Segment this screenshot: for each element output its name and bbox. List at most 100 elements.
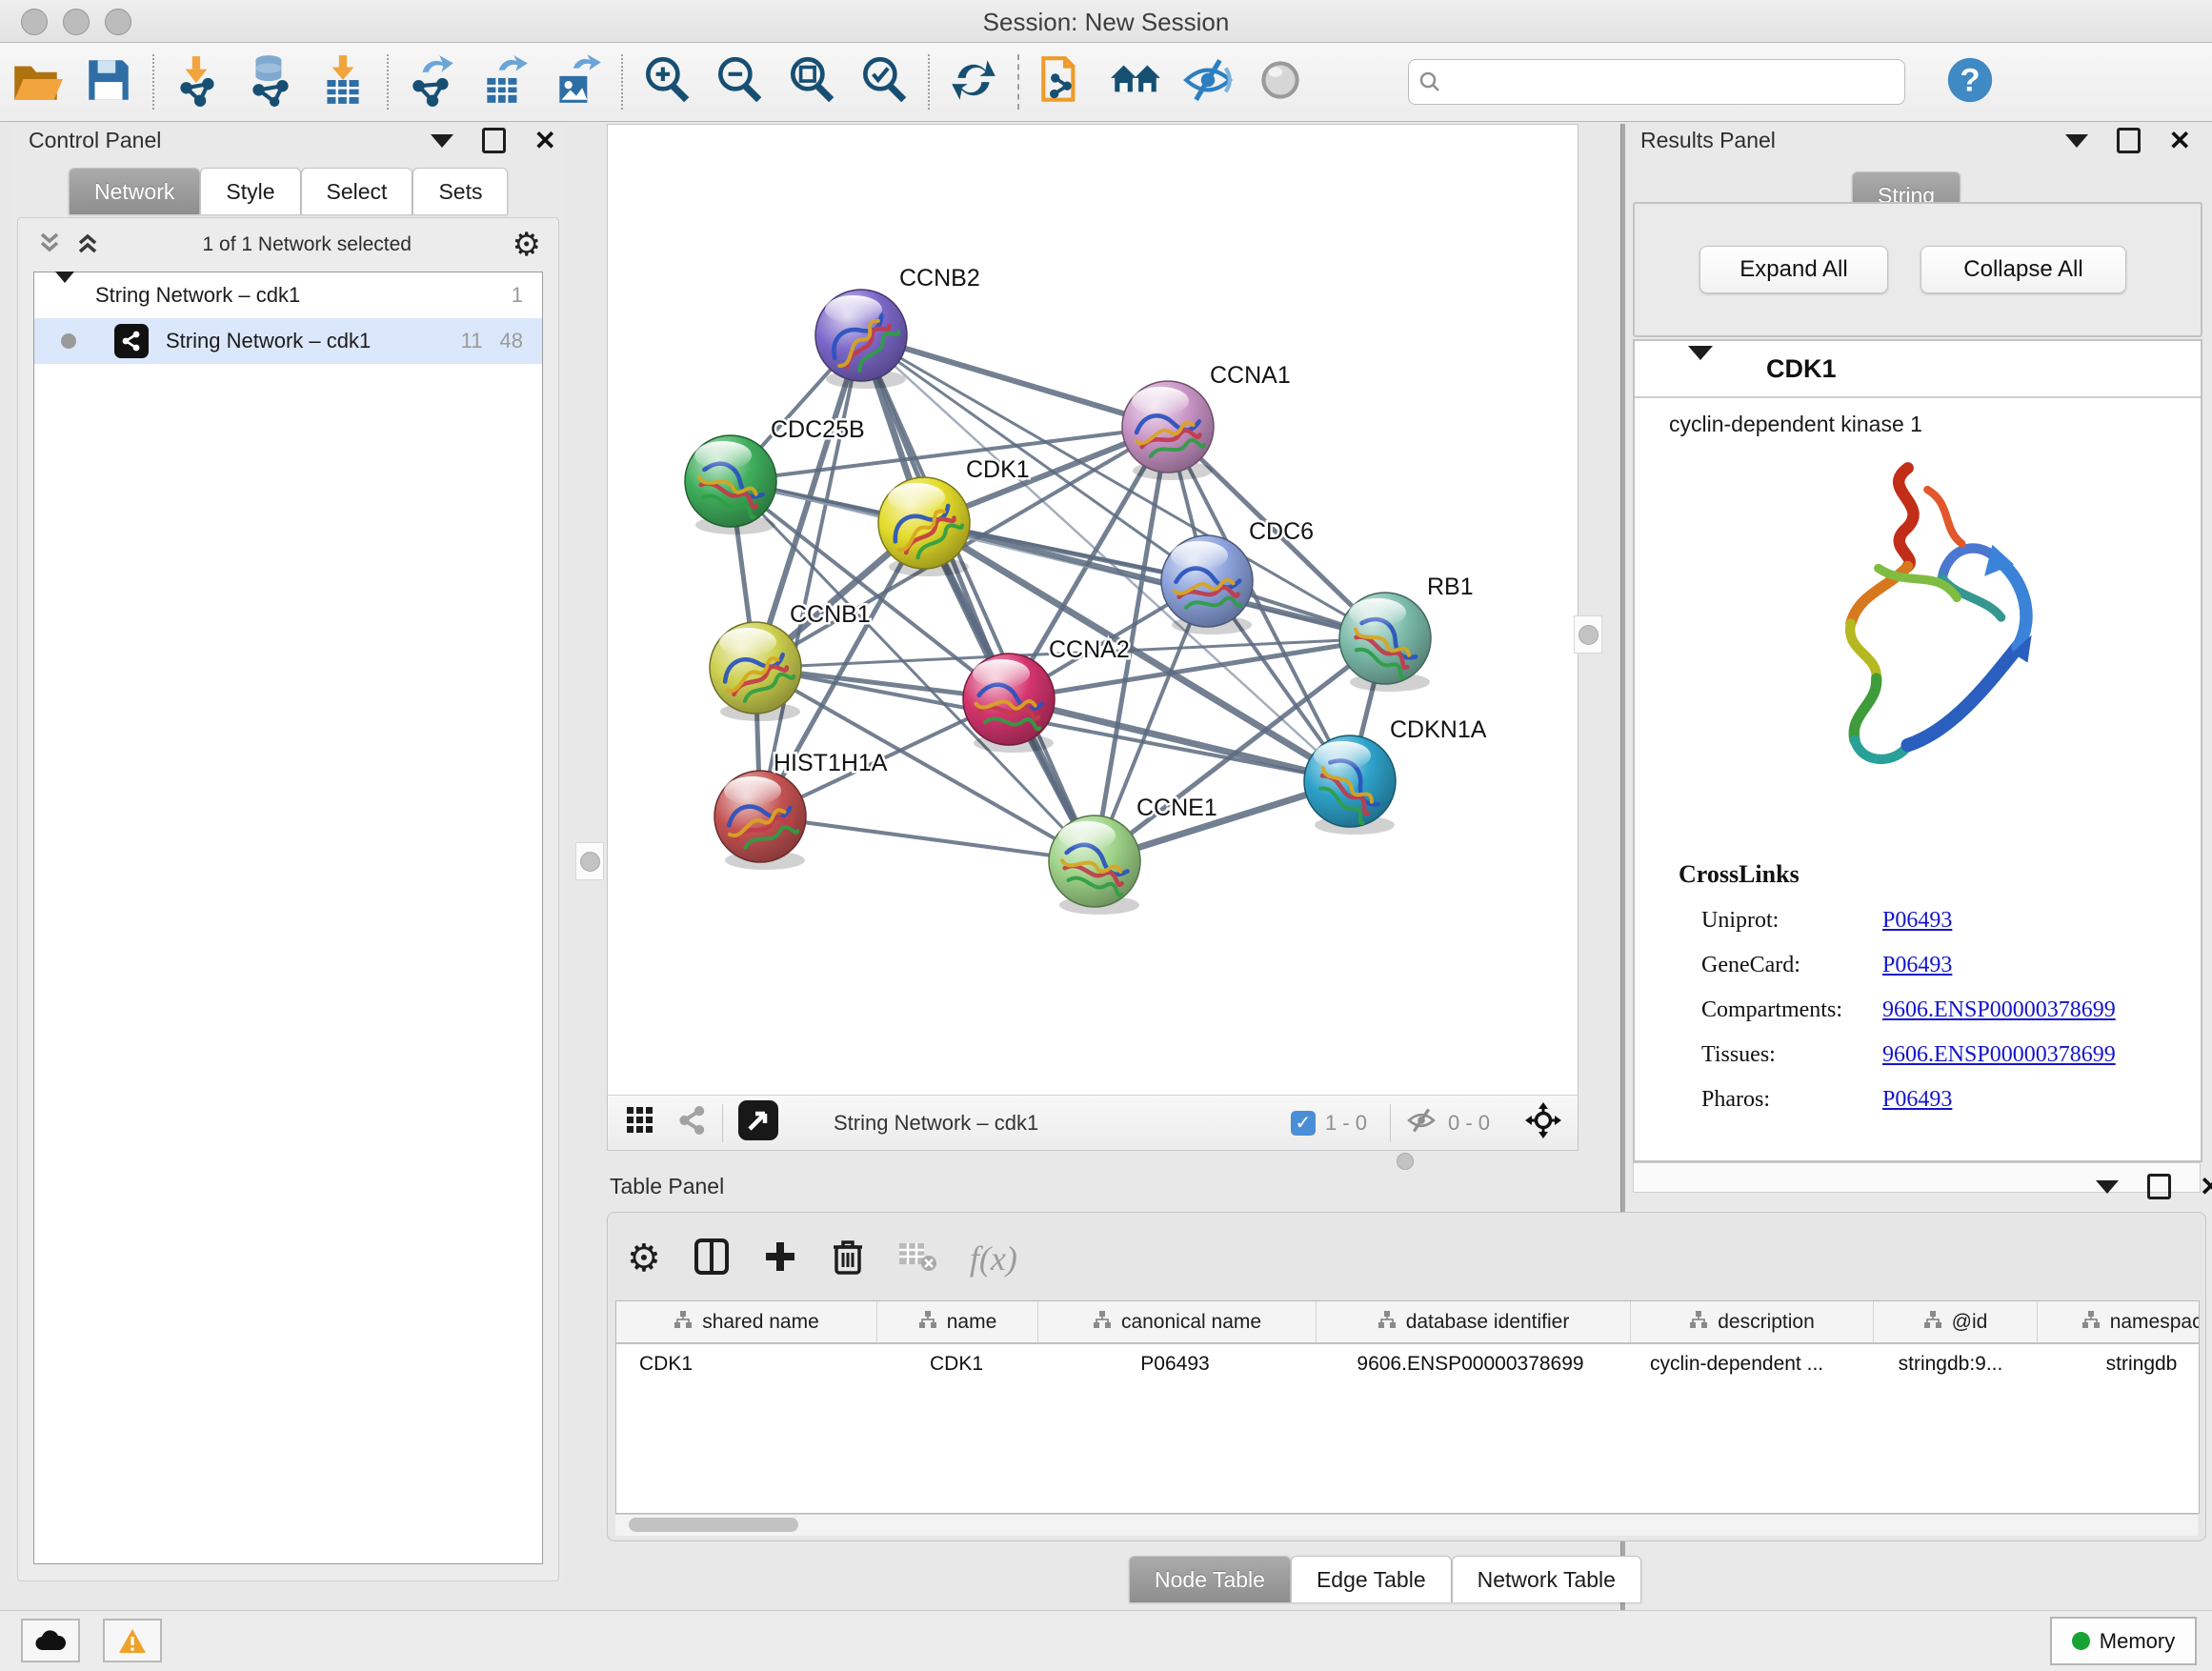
column-header-name[interactable]: name	[877, 1301, 1038, 1342]
edge-HIST1H1A-CCNE1[interactable]	[760, 816, 1095, 861]
zoom-selected-button[interactable]	[848, 49, 920, 115]
zoom-fit-button[interactable]	[775, 49, 848, 115]
tab-select[interactable]: Select	[301, 168, 413, 214]
result-header-row[interactable]: CDK1	[1635, 341, 2201, 398]
node-CDK1[interactable]: CDK1	[878, 456, 1030, 576]
hide-selected-button[interactable]	[1172, 49, 1244, 115]
right-splitter-handle[interactable]	[1574, 615, 1602, 654]
node-table: shared namenamecanonical namedatabase id…	[615, 1300, 2200, 1514]
delete-table-icon[interactable]	[897, 1239, 937, 1278]
open-folder-icon	[9, 52, 64, 112]
gear-icon[interactable]: ⚙	[627, 1237, 661, 1280]
edge-CCNB2-HIST1H1A[interactable]	[760, 335, 861, 816]
home-pair-button[interactable]	[1099, 49, 1172, 115]
gray-sphere-icon	[1253, 52, 1308, 112]
zoom-out-button[interactable]	[703, 49, 775, 115]
collapse-all-icon[interactable]	[35, 229, 64, 262]
export-image-button[interactable]	[541, 49, 613, 115]
expand-all-button[interactable]: Expand All	[1699, 246, 1888, 293]
crosslink-link[interactable]: 9606.ENSP00000378699	[1882, 997, 2116, 1022]
crosslink-link[interactable]: P06493	[1882, 908, 1952, 933]
warning-button[interactable]	[103, 1619, 162, 1662]
main-toolbar: ?	[0, 43, 2212, 122]
expand-all-icon[interactable]	[73, 229, 102, 262]
hidden-eye-icon[interactable]	[1404, 1103, 1438, 1142]
tab-edge-table[interactable]: Edge Table	[1291, 1556, 1452, 1602]
grid-view-icon[interactable]	[625, 1105, 655, 1140]
panel-menu-icon[interactable]	[2065, 134, 2088, 148]
crosshair-icon[interactable]	[1524, 1101, 1562, 1144]
node-HIST1H1A[interactable]: HIST1H1A	[714, 750, 888, 870]
node-RB1[interactable]: RB1	[1339, 574, 1474, 692]
scrollbar-thumb[interactable]	[629, 1518, 798, 1532]
network-graph[interactable]: CCNB2CCNA1CDC25BCDK1CDC6RB1CCNB1CCNA2CDK…	[608, 125, 1578, 1096]
tab-sets[interactable]: Sets	[412, 168, 508, 214]
table-hscrollbar[interactable]	[615, 1514, 2198, 1536]
horizontal-splitter-handle[interactable]	[1397, 1153, 1414, 1170]
panel-float-icon[interactable]	[2117, 128, 2141, 153]
protein-structure-image	[1760, 447, 2075, 847]
node-CDKN1A[interactable]: CDKN1A	[1304, 716, 1487, 835]
import-network-file-button[interactable]	[162, 49, 234, 115]
fx-icon[interactable]: f(x)	[970, 1238, 1017, 1278]
collapse-all-button[interactable]: Collapse All	[1920, 246, 2126, 293]
selected-checkbox-icon[interactable]: ✓	[1291, 1111, 1316, 1136]
columns-icon[interactable]	[694, 1238, 730, 1280]
collapse-triangle-icon[interactable]	[1688, 360, 1713, 377]
edge-CCNB2-CCNA1[interactable]	[861, 335, 1168, 427]
network-node-count: 11	[461, 329, 483, 353]
add-column-icon[interactable]	[762, 1238, 798, 1279]
export-network-button[interactable]	[396, 49, 469, 115]
column-header-canonical-name[interactable]: canonical name	[1038, 1301, 1317, 1342]
edge-CDK1-RB1[interactable]	[924, 523, 1385, 638]
panel-float-icon[interactable]	[482, 128, 506, 153]
crosslink-label: Uniprot:	[1701, 908, 1882, 934]
panel-float-icon[interactable]	[2147, 1174, 2171, 1199]
crosslink-link[interactable]: P06493	[1882, 1087, 1952, 1112]
column-header-description[interactable]: description	[1631, 1301, 1874, 1342]
tab-network-table[interactable]: Network Table	[1452, 1556, 1641, 1602]
network-row-selected[interactable]: String Network – cdk1 11 48	[34, 318, 542, 364]
crosslink-row: Uniprot:P06493	[1701, 908, 2201, 934]
collection-expander-icon[interactable]	[55, 283, 74, 308]
column-header-shared-name[interactable]: shared name	[616, 1301, 877, 1342]
crosslink-label: Compartments:	[1701, 997, 1882, 1023]
help-button[interactable]: ?	[1934, 49, 2006, 115]
memory-button[interactable]: Memory	[2050, 1617, 2197, 1665]
column-header--id[interactable]: @id	[1874, 1301, 2038, 1342]
zoom-in-button[interactable]	[631, 49, 703, 115]
panel-menu-icon[interactable]	[431, 134, 453, 148]
table-cell: cyclin-dependent ...	[1627, 1353, 1869, 1376]
column-header-database-identifier[interactable]: database identifier	[1317, 1301, 1631, 1342]
table-row[interactable]: CDK1CDK1P064939606.ENSP00000378699cyclin…	[616, 1344, 2199, 1384]
edge-CCNB2-CCNE1[interactable]	[861, 335, 1095, 861]
tab-style[interactable]: Style	[200, 168, 300, 214]
trash-icon[interactable]	[831, 1238, 865, 1280]
crosslink-link[interactable]: P06493	[1882, 953, 1952, 977]
network-canvas[interactable]: CCNB2CCNA1CDC25BCDK1CDC6RB1CCNB1CCNA2CDK…	[607, 124, 1579, 1097]
share-view-icon[interactable]	[676, 1104, 709, 1141]
panel-menu-icon[interactable]	[2096, 1180, 2119, 1194]
crosslink-link[interactable]: 9606.ENSP00000378699	[1882, 1042, 2116, 1067]
network-from-document-button[interactable]	[1027, 49, 1099, 115]
search-input[interactable]	[1449, 69, 1895, 95]
export-table-button[interactable]	[469, 49, 541, 115]
column-header-namespace[interactable]: namespace	[2038, 1301, 2200, 1342]
network-collection-row[interactable]: String Network – cdk1 1	[34, 272, 542, 318]
panel-close-icon[interactable]: ✕	[2200, 1178, 2212, 1197]
open-session-button[interactable]	[0, 49, 72, 115]
import-table-button[interactable]	[307, 49, 379, 115]
panel-close-icon[interactable]: ✕	[2169, 131, 2191, 151]
left-splitter-handle[interactable]	[575, 842, 604, 880]
gear-icon[interactable]: ⚙	[513, 226, 541, 264]
panel-close-icon[interactable]: ✕	[534, 131, 556, 151]
save-session-button[interactable]	[72, 49, 145, 115]
cloud-button[interactable]	[21, 1619, 80, 1662]
graphics-detail-button[interactable]	[1244, 49, 1317, 115]
birdseye-toggle-icon[interactable]	[736, 1098, 780, 1147]
refresh-button[interactable]	[937, 49, 1010, 115]
column-type-icon	[1093, 1310, 1112, 1335]
tab-network[interactable]: Network	[69, 168, 200, 214]
tab-node-table[interactable]: Node Table	[1129, 1556, 1291, 1602]
import-network-database-button[interactable]	[234, 49, 307, 115]
